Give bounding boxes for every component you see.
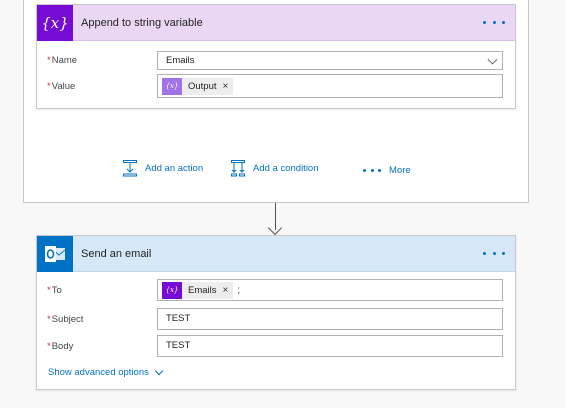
add-action-label: Add an action [145, 163, 204, 174]
remove-token-icon[interactable]: × [223, 81, 229, 92]
subject-label: *Subject [47, 313, 84, 325]
card-title: Send an email [81, 247, 152, 260]
card-header[interactable]: Send an email [37, 235, 515, 272]
variable-icon: {x} [37, 4, 73, 41]
add-condition-button[interactable]: Add a condition [231, 160, 319, 177]
name-dropdown[interactable]: Emails [157, 51, 503, 70]
body-input[interactable]: TEST [157, 335, 503, 357]
outlook-icon [37, 235, 73, 272]
variable-icon: {x} [162, 77, 182, 95]
body-field-row: *Body TEST [47, 335, 503, 357]
to-field-row: *To {x} Emails × ; [47, 279, 503, 301]
variable-icon: {x} [162, 281, 182, 299]
body-value: TEST [166, 340, 191, 351]
more-button[interactable]: More [363, 163, 411, 177]
to-input[interactable]: {x} Emails × ; [157, 279, 503, 301]
subject-value: TEST [166, 313, 191, 324]
value-field-row: *Value {x} Output × [47, 74, 503, 98]
body-label: *Body [47, 340, 74, 352]
advanced-options-label: Show advanced options [48, 367, 149, 378]
add-condition-label: Add a condition [253, 163, 319, 174]
connector-arrow-icon [267, 220, 283, 236]
card-menu-ellipsis-icon[interactable] [483, 247, 505, 261]
more-label: More [389, 164, 411, 176]
card-title: Append to string variable [81, 16, 203, 29]
name-field-row: *Name Emails [47, 51, 503, 70]
card-menu-ellipsis-icon[interactable] [483, 16, 505, 30]
value-input[interactable]: {x} Output × [157, 74, 503, 98]
chevron-down-icon [487, 54, 498, 65]
subject-field-row: *Subject TEST [47, 308, 503, 330]
value-label: *Value [47, 80, 76, 92]
ellipsis-icon [363, 163, 381, 177]
card-header[interactable]: {x} Append to string variable [37, 4, 515, 41]
add-action-button[interactable]: Add an action [123, 160, 203, 177]
subject-input[interactable]: TEST [157, 308, 503, 330]
append-to-string-variable-card: {x} Append to string variable *Name Emai… [36, 4, 516, 109]
add-condition-icon [231, 160, 245, 177]
remove-token-icon[interactable]: × [223, 285, 229, 296]
send-an-email-card: Send an email *To {x} Emails × ; *Subjec… [36, 235, 516, 390]
add-action-icon [123, 160, 137, 177]
emails-token[interactable]: {x} Emails × [162, 281, 234, 299]
name-value: Emails [166, 55, 195, 66]
name-label: *Name [47, 55, 78, 66]
output-token[interactable]: {x} Output × [162, 77, 234, 95]
to-separator: ; [237, 284, 241, 296]
show-advanced-options-link[interactable]: Show advanced options [48, 366, 164, 378]
to-label: *To [47, 284, 62, 296]
chevron-down-icon [154, 366, 164, 375]
